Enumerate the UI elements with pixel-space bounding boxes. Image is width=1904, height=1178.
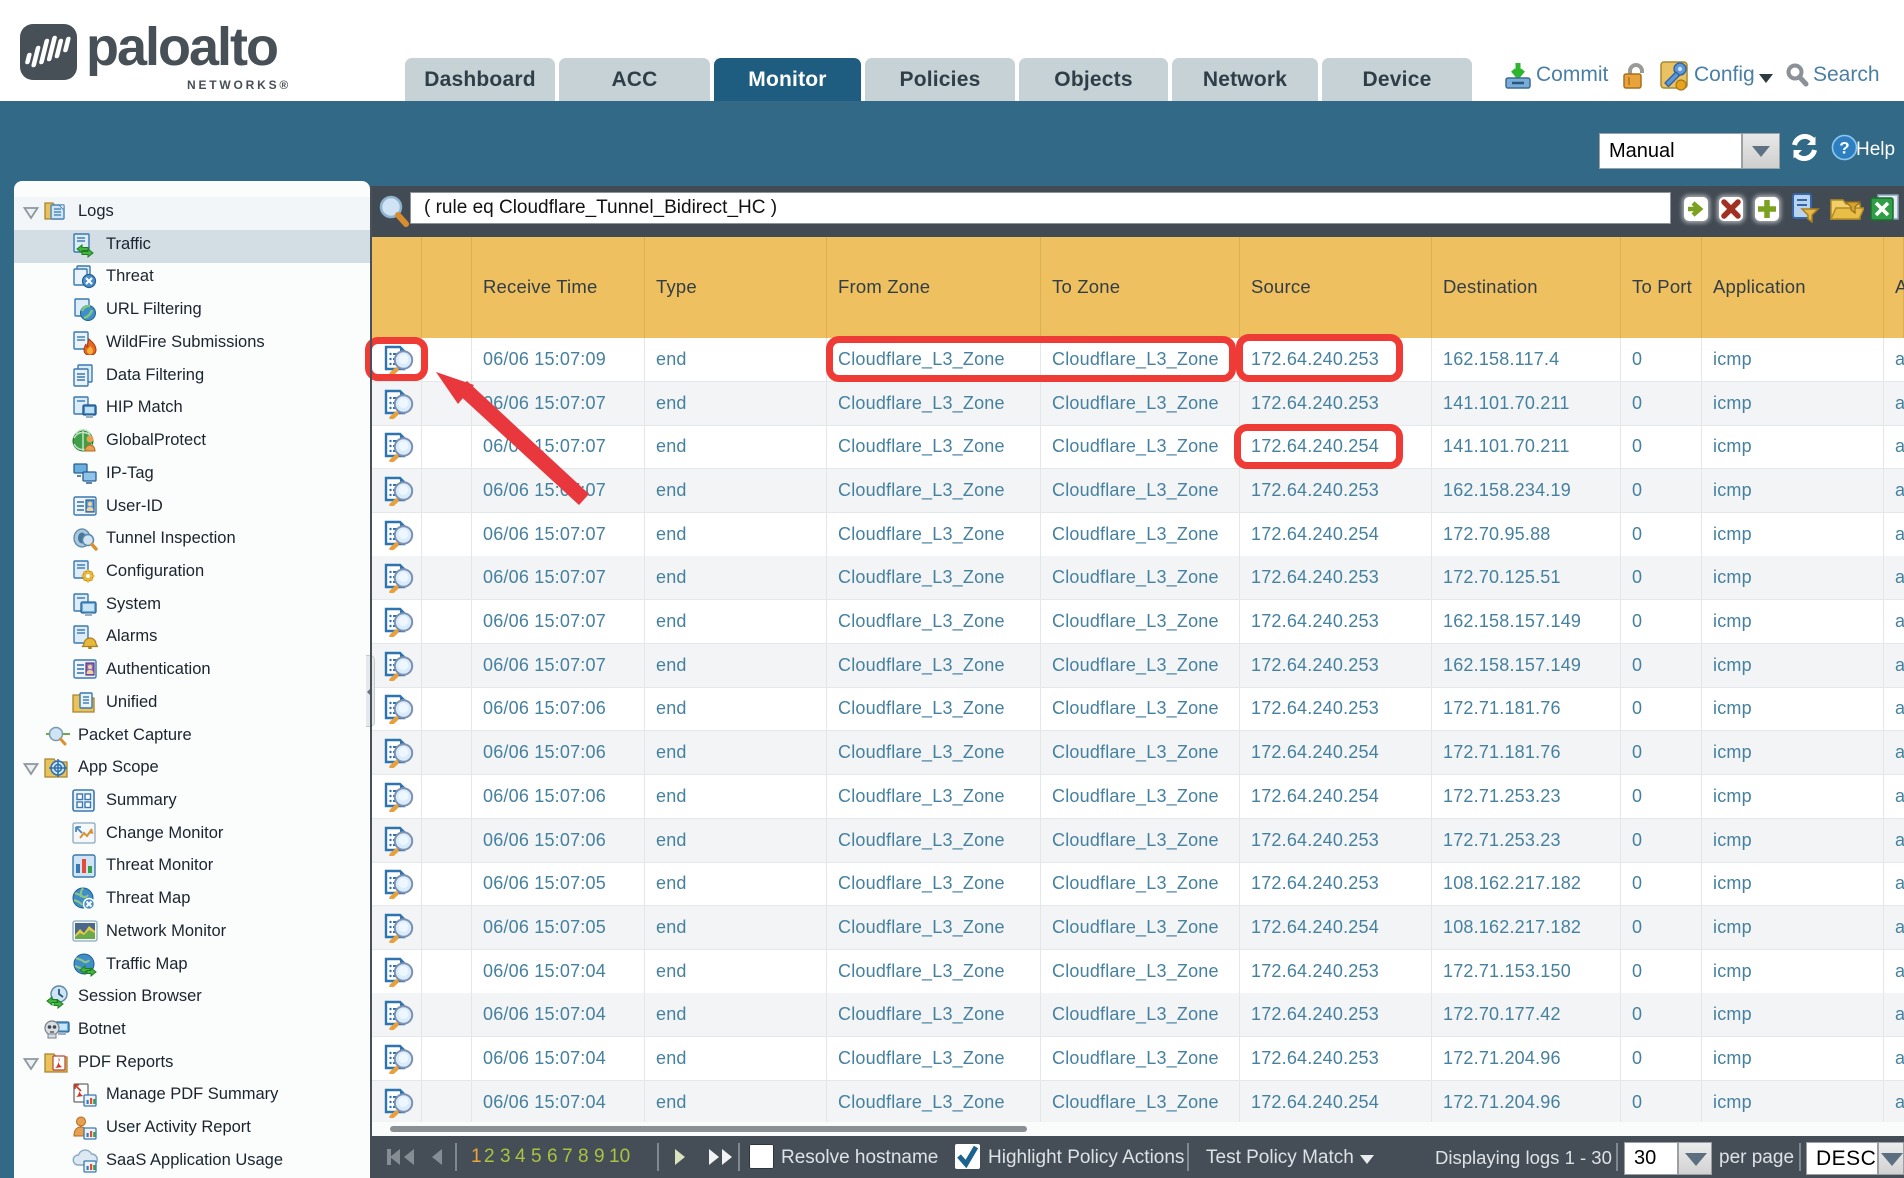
svg-text:?: ? — [1839, 139, 1849, 158]
